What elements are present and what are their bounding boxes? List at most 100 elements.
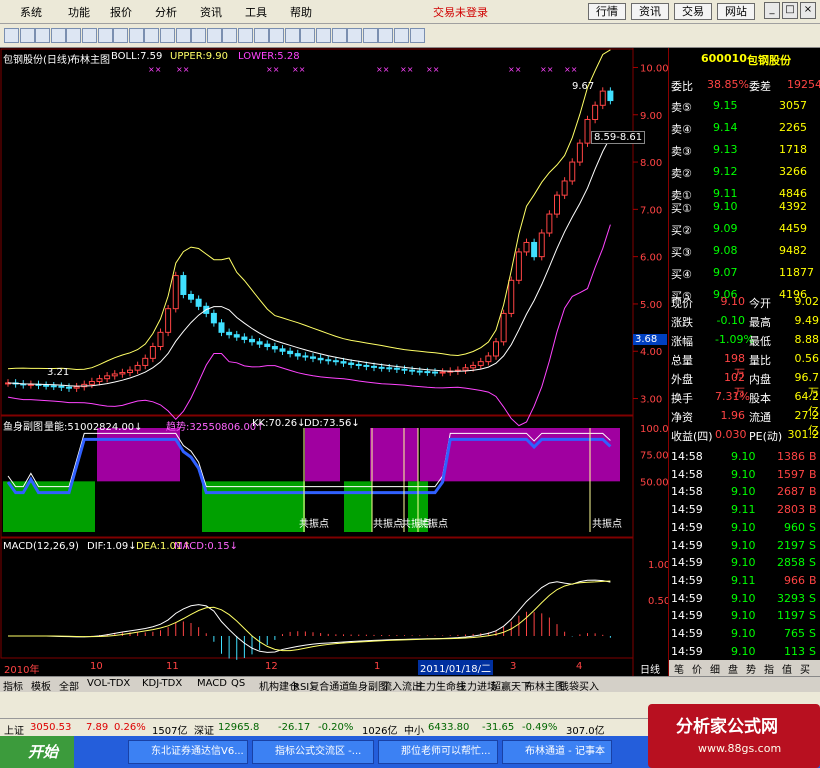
info-button[interactable]: 资讯 [631,3,669,20]
toolbar-tool-icon[interactable] [316,28,331,43]
tick-price: 9.11 [731,573,756,587]
chart-area[interactable]: 10.00 9.00 8.00 7.00 6.00 5.00 4.00 3.00 ×× ×× ×× ×… [0,48,668,676]
toolbar-tool-icon[interactable] [66,28,82,43]
quote-tab[interactable]: 细 [710,661,720,676]
quote-tab[interactable]: 笔 [674,661,684,676]
toolbar-tool-icon[interactable] [206,28,222,43]
close-icon[interactable]: × [800,2,816,19]
indicator-tab[interactable]: VOL-TDX [87,678,130,689]
indicator-tab[interactable]: 钱袋买入 [559,678,599,693]
sub1-yaxis-label: 75.00 [640,451,668,462]
indicator-tab[interactable]: 模板 [31,678,51,693]
tick-side: S [809,627,816,640]
toolbar-tool-icon[interactable] [253,28,269,43]
trend-value: 趋势:32550806.00↑ [166,422,265,433]
candle-body [317,357,324,361]
toolbar-tool-icon[interactable] [284,28,300,43]
toolbar-tool-icon[interactable] [191,28,207,43]
period-label[interactable]: 日线 [640,661,660,676]
indicator-tab[interactable]: 指标 [3,678,23,693]
trend-zone [305,428,340,482]
menu-function[interactable]: 功能 [68,4,90,20]
order-ratio-row: 委比 38.85% 委差 19254 [669,76,820,95]
toolbar-tool-icon[interactable] [409,28,425,43]
candle-body [401,368,408,371]
minimize-icon[interactable]: _ [764,2,780,19]
start-button[interactable]: 开始 [0,736,74,768]
quote-tab[interactable]: 盘 [728,661,738,676]
toolbar-tool-icon[interactable] [35,28,51,43]
toolbar-tool-icon[interactable] [222,28,238,43]
quote-tab[interactable]: 买 [800,661,810,676]
tick-row: 14:59 9.10 765 S [669,625,820,643]
candle-body [500,312,507,343]
candle-body [416,370,423,373]
task-button[interactable]: 指标公式交流区 -... [252,740,374,764]
candle-body [378,366,385,369]
task-button[interactable]: 那位老师可以帮忙... [378,740,498,764]
zx-label: 中小 [404,726,424,737]
toolbar-tool-icon[interactable] [19,28,35,43]
tick-side: B [809,450,817,463]
tick-side: S [809,591,816,605]
menu-analysis[interactable]: 分析 [155,4,177,20]
indicator-tab[interactable]: MACD [197,678,227,689]
level-volume: 3057 [779,99,807,112]
task-button[interactable]: 东北证券通达信V6... [128,740,248,764]
quote-button[interactable]: 行情 [588,3,626,20]
zx-change: -31.65 [482,722,515,733]
toolbar-tool-icon[interactable] [4,28,19,43]
tick-row: 14:59 9.10 3293 S [669,590,820,608]
menu-system[interactable]: 系统 [20,4,42,20]
yaxis-label: 4.00 [640,347,662,358]
toolbar-tool-icon[interactable] [394,28,409,43]
main-indicator: 布林主图 [70,55,110,66]
tick-side: B [809,573,817,587]
candle-body [218,322,225,333]
indicator-tab[interactable]: 全部 [59,678,79,693]
candle-body [393,367,400,370]
tick-volume: 2687 [777,485,805,499]
trade-button[interactable]: 交易 [674,3,712,20]
toolbar-tool-icon[interactable] [331,28,347,43]
signal-marker: ×× [292,65,305,74]
toolbar-tool-icon[interactable] [300,28,316,43]
stat-row: 收益(四) 0.030 PE(动) 301.2 [669,426,820,445]
toolbar-tool-icon[interactable] [238,28,253,43]
toolbar-tool-icon[interactable] [113,28,129,43]
toolbar-tool-icon[interactable] [50,28,66,43]
toolbar-tool-icon[interactable] [128,28,144,43]
toolbar-tool-icon[interactable] [82,28,97,43]
indicator-tab[interactable]: RSI复合通道 [293,678,349,693]
stat-value: 0.56 [794,352,820,365]
task-button[interactable]: 布林通道 - 记事本 [502,740,612,764]
menu-help[interactable]: 帮助 [290,4,312,20]
stat-value: 9.49 [794,314,820,327]
stock-name: 包钢股份 [747,54,791,67]
website-button[interactable]: 网站 [717,3,755,20]
menu-quote[interactable]: 报价 [110,4,132,20]
toolbar-tool-icon[interactable] [144,28,160,43]
signal-marker: ×× [540,65,553,74]
indicator-tab[interactable]: QS [231,678,245,689]
toolbar-tool-icon[interactable] [362,28,378,43]
toolbar-tool-icon[interactable] [97,28,113,43]
maximize-icon[interactable]: □ [782,2,798,19]
toolbar-tool-icon[interactable] [347,28,363,43]
quote-tab[interactable]: 值 [782,661,792,676]
toolbar-tool-icon[interactable] [269,28,285,43]
menu-tools[interactable]: 工具 [245,4,267,20]
quote-tab[interactable]: 指 [764,661,774,676]
toolbar-tool-icon[interactable] [378,28,394,43]
toolbar-tool-icon[interactable] [175,28,191,43]
toolbar-tool-icon[interactable] [160,28,175,43]
quote-tab[interactable]: 价 [692,661,702,676]
indicator-tab[interactable]: KDJ-TDX [142,678,182,689]
yaxis-label: 8.00 [640,158,662,169]
sh-percent: 0.26% [114,722,146,733]
quote-tab[interactable]: 势 [746,661,756,676]
bid-row: 买① 9.10 4392 [669,198,820,217]
sub1-title: 鱼身副图 [3,422,43,433]
menu-info[interactable]: 资讯 [200,4,222,20]
low-label: 3.21 [47,367,70,378]
